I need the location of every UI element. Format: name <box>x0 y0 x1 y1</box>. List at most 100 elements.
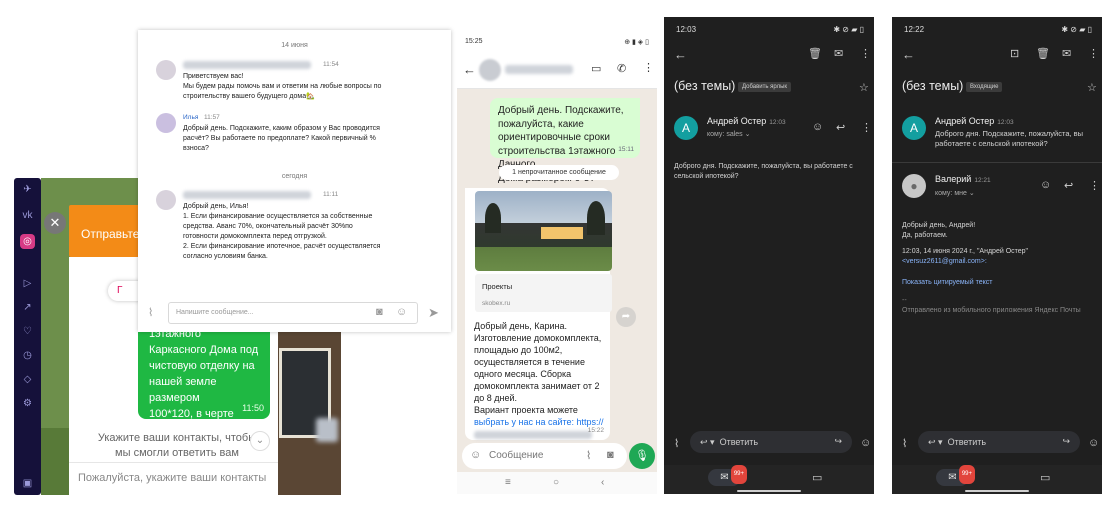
trash-icon[interactable]: 🗑 <box>1036 47 1050 60</box>
star-icon[interactable]: ☆ <box>1087 81 1097 94</box>
video-icon[interactable]: ▭ <box>812 471 822 484</box>
message-time: 11:50 <box>242 403 264 413</box>
preview-line: работаете с сельской ипотекой? <box>935 139 1048 148</box>
send-us-button[interactable]: Отправьте нам <box>69 205 144 257</box>
message-line: средства. Аванс 70%, окончательный расчё… <box>183 223 353 230</box>
camera-icon[interactable]: ◙ <box>376 306 383 318</box>
sender-name: Валерий 12:21 <box>935 174 991 184</box>
chevron-down-icon[interactable]: ⌄ <box>250 431 270 451</box>
instagram-icon[interactable]: ◎ <box>20 234 35 249</box>
blurred-region <box>316 418 338 442</box>
more-icon[interactable]: ⋮ <box>643 61 654 74</box>
forward-icon[interactable]: ↪ <box>834 436 842 447</box>
reply-icon: ↩ ▾ <box>700 437 715 447</box>
attach-icon[interactable]: ⌇ <box>674 437 679 450</box>
inbox-chip[interactable]: Входящие <box>966 82 1003 92</box>
mail-icon[interactable]: ✉ <box>834 47 843 60</box>
send-icon[interactable]: ➤ <box>428 305 439 321</box>
gmail-screen-2: 12:22 ✱ ⊘ ▰ ▯ ← ⊡ 🗑 ✉ ⋮ (без темы) Входя… <box>892 17 1102 494</box>
video-icon[interactable]: ▭ <box>1040 471 1050 484</box>
emoji-react-icon[interactable]: ☺ <box>812 121 823 133</box>
cube-icon[interactable]: ◇ <box>20 372 35 387</box>
video-call-icon[interactable]: ▭ <box>591 62 601 75</box>
camera-icon[interactable]: ◙ <box>607 449 614 461</box>
incoming-message: Проекты skobex.ru Добрый день, Карина. И… <box>465 188 612 440</box>
more-icon[interactable]: ⋮ <box>860 47 871 60</box>
more-icon[interactable]: ⋮ <box>861 121 872 134</box>
email-subject: (без темы) <box>902 79 964 93</box>
emoji-icon[interactable]: ☺ <box>470 449 481 461</box>
preview-line: Доброго дня. Подскажите, пожалуйста, вы <box>935 129 1084 138</box>
recipient[interactable]: кому: sales ⌄ <box>707 130 750 138</box>
back-arrow-icon[interactable]: ← <box>674 47 687 62</box>
blurred-name <box>183 61 311 69</box>
forward-icon[interactable]: ↪ <box>1062 436 1070 447</box>
mail-tab[interactable]: ✉ 99+ <box>708 465 747 486</box>
back-arrow-icon[interactable]: ← <box>463 62 476 77</box>
trash-icon[interactable]: 🗑 <box>808 47 822 60</box>
share-icon[interactable]: ↗ <box>20 300 35 315</box>
home-icon[interactable]: ○ <box>553 477 559 488</box>
unread-badge: 99+ <box>958 465 975 484</box>
attach-icon[interactable]: ⌇ <box>148 306 153 319</box>
messenger-window: 14 июня 11:54 Приветствуем вас! Мы будем… <box>138 30 451 332</box>
show-quoted-text-link[interactable]: Показать цитируемый текст <box>902 278 1098 288</box>
message-line: Добрый день. Подскажите, <box>498 105 624 116</box>
message-line: расчёт? Вы работаете по предоплате? Како… <box>183 135 376 142</box>
unread-divider: 1 непрочитанное сообщение <box>499 165 619 180</box>
back-icon[interactable]: ‹ <box>601 477 604 488</box>
sender-name: Андрей Остер 12:03 <box>707 116 786 126</box>
emoji-icon[interactable]: ☺ <box>1088 437 1099 449</box>
mail-tab[interactable]: ✉ 99+ <box>936 465 975 486</box>
clock-icon[interactable]: ◷ <box>20 348 35 363</box>
whatsapp-screen: 15:25 ⊕ ▮ ◈ ▯ ← ▭ ✆ ⋮ Добрый день. Подск… <box>457 30 657 494</box>
forward-icon[interactable]: ➦ <box>616 307 636 327</box>
gear-icon[interactable]: ⚙ <box>20 396 35 411</box>
message-line: ориентировочные сроки <box>498 132 610 143</box>
message-line: Добрый день, Карина. <box>474 321 568 331</box>
heart-icon[interactable]: ♡ <box>20 324 35 339</box>
contact-input[interactable]: Пожалуйста, укажите ваши контакты <box>69 462 278 495</box>
card-title: Проекты <box>482 282 513 291</box>
recents-icon[interactable]: ≡ <box>505 477 511 488</box>
gmail-screen-1: 12:03 ✱ ⊘ ▰ ▯ ← 🗑 ✉ ⋮ (без темы) Добавит… <box>664 17 874 494</box>
play-icon[interactable]: ▷ <box>20 276 35 291</box>
star-icon[interactable]: ☆ <box>859 81 869 94</box>
reply-label: Ответить <box>947 437 987 447</box>
add-label-chip[interactable]: Добавить ярлык <box>738 82 792 92</box>
reply-field[interactable]: ↩ ▾ Ответить ↪ <box>918 431 1080 453</box>
more-icon[interactable]: ⋮ <box>1089 179 1100 192</box>
reply-icon[interactable]: ↩ <box>1064 179 1073 192</box>
mail-icon[interactable]: ✉ <box>1062 47 1071 60</box>
message-line: осуществляется в течение <box>474 357 585 367</box>
image-icon[interactable]: ▣ <box>20 476 35 491</box>
emoji-react-icon[interactable]: ☺ <box>1040 179 1051 191</box>
telegram-icon[interactable]: ✈ <box>20 182 35 197</box>
phone-icon[interactable]: ✆ <box>617 62 626 75</box>
microphone-icon[interactable]: 🎙 <box>629 443 655 469</box>
reply-icon[interactable]: ↩ <box>836 121 845 134</box>
message-line: взноса? <box>183 145 209 152</box>
back-arrow-icon[interactable]: ← <box>902 47 915 62</box>
message-time: 11:57 <box>204 114 220 121</box>
archive-icon[interactable]: ⊡ <box>1010 47 1019 60</box>
close-icon[interactable]: ✕ <box>44 212 66 234</box>
recipient[interactable]: кому: мне ⌄ <box>935 189 975 197</box>
message-input[interactable]: ☺ Сообщение ⌇ ◙ <box>462 443 627 469</box>
email-subject: (без темы) <box>674 79 736 93</box>
emoji-icon[interactable]: ☺ <box>396 306 407 318</box>
more-icon[interactable]: ⋮ <box>1088 47 1099 60</box>
attach-icon[interactable]: ⌇ <box>902 437 907 450</box>
emoji-icon[interactable]: ☺ <box>860 437 871 449</box>
body-line: Добрый день, Андрей! <box>902 222 976 229</box>
vk-icon[interactable]: vk <box>20 208 35 223</box>
blurred-contact-name <box>505 65 573 74</box>
recipient-text: кому: мне <box>935 190 967 197</box>
attach-icon[interactable]: ⌇ <box>586 449 591 462</box>
quote-email[interactable]: <versuz2611@gmail.com>: <box>902 257 1098 267</box>
link-preview-image[interactable] <box>475 191 612 271</box>
message-preview[interactable]: Доброго дня. Подскажите, пожалуйста, вы … <box>935 129 1095 149</box>
link-preview-card[interactable]: Проекты skobex.ru <box>475 274 612 312</box>
body-line: Доброго дня. Подскажите, пожалуйста, вы … <box>674 163 853 170</box>
reply-field[interactable]: ↩ ▾ Ответить ↪ <box>690 431 852 453</box>
